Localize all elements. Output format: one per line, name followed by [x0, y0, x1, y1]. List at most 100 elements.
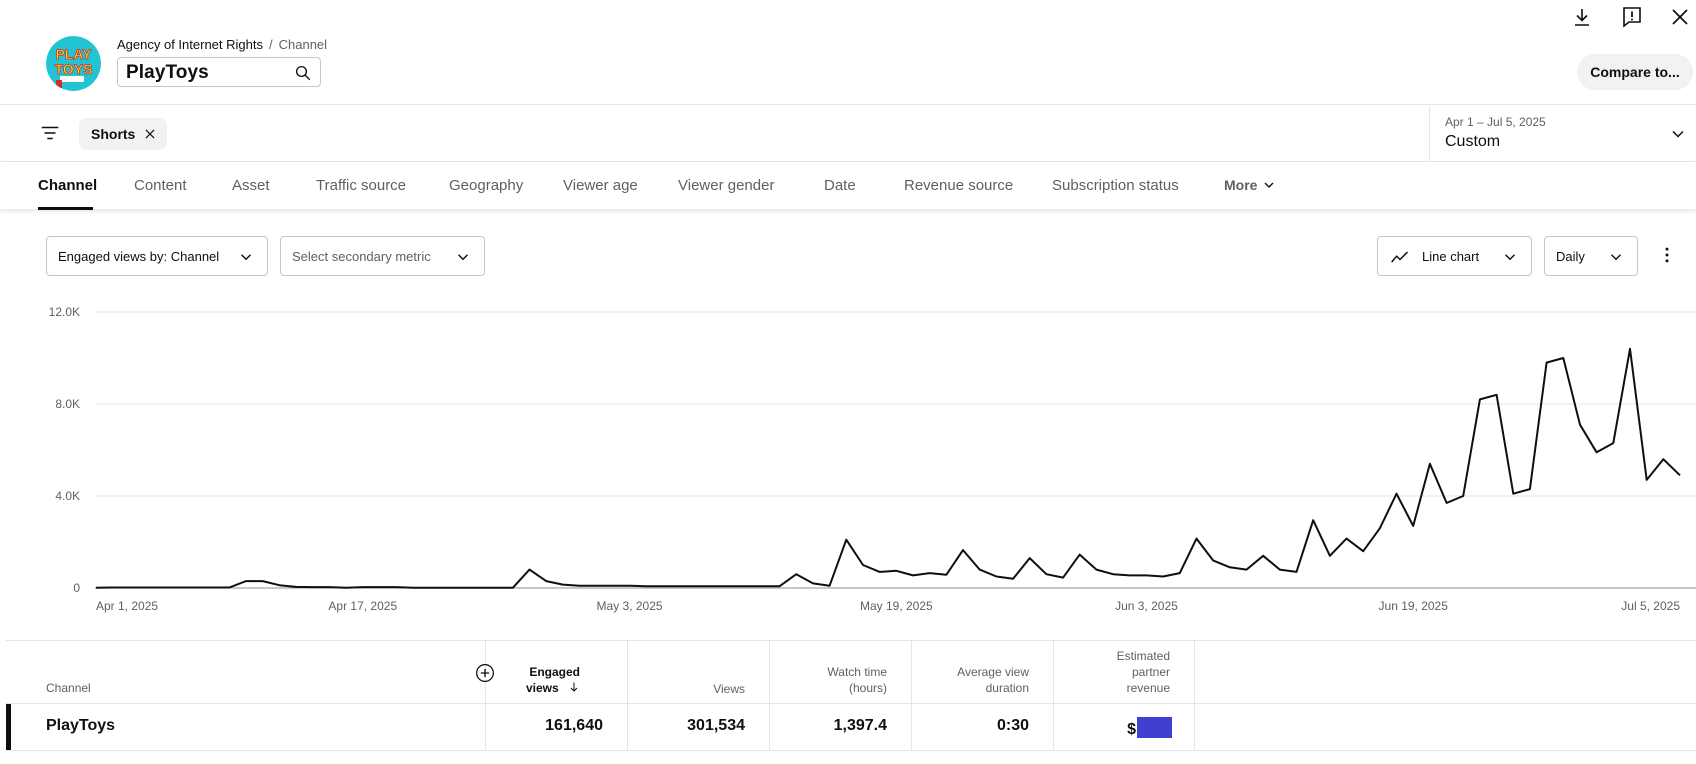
cell-engaged-views: 161,640 — [545, 717, 603, 734]
channel-search-box[interactable]: PlayToys — [117, 57, 321, 87]
series-line-engaged-views[interactable] — [95, 347, 1681, 589]
y-tick-label: 0 — [73, 581, 80, 595]
tab-viewer-age[interactable]: Viewer age — [563, 177, 638, 194]
chevron-down-icon — [1505, 254, 1515, 261]
header-line: partner — [1131, 665, 1170, 679]
breadcrumb-owner[interactable]: Agency of Internet Rights — [117, 37, 263, 52]
row-color-marker — [6, 704, 11, 750]
column-header-channel[interactable]: Channel — [46, 681, 91, 695]
primary-metric-dropdown[interactable]: Engaged views by: Channel — [46, 236, 268, 276]
column-header-estimated-revenue[interactable]: Estimated partner revenue — [1117, 648, 1170, 696]
table-bottom-divider — [6, 750, 1696, 751]
svg-text:TOYS: TOYS — [55, 61, 93, 77]
tab-more-label: More — [1224, 177, 1258, 193]
tab-traffic-source[interactable]: Traffic source — [316, 177, 406, 194]
line-chart-icon — [1391, 251, 1409, 263]
tab-subscription-status[interactable]: Subscription status — [1052, 177, 1179, 194]
remove-filter-icon[interactable] — [143, 127, 157, 141]
filter-chip-shorts[interactable]: Shorts — [79, 118, 168, 150]
x-tick-label: Jul 5, 2025 — [1621, 599, 1680, 613]
tab-date[interactable]: Date — [824, 177, 856, 194]
channel-name: PlayToys — [126, 62, 209, 83]
tab-viewer-gender[interactable]: Viewer gender — [678, 177, 774, 194]
svg-text:PLAY: PLAY — [55, 46, 92, 62]
filter-chip-label: Shorts — [91, 126, 136, 142]
chevron-down-icon — [458, 254, 468, 261]
granularity-dropdown[interactable]: Daily — [1544, 236, 1638, 276]
header-line: Watch time — [827, 665, 887, 679]
filter-icon[interactable] — [39, 122, 61, 144]
column-header-avg-view-duration[interactable]: Average view duration — [957, 664, 1029, 696]
chevron-down-icon — [1611, 254, 1621, 261]
channel-header: PLAY TOYS Agency of Internet Rights / Chan… — [0, 0, 1696, 105]
filter-bar: Shorts Apr 1 – Jul 5, 2025 Custom — [0, 106, 1696, 162]
active-tab-indicator — [38, 207, 93, 210]
redacted-value — [1137, 717, 1172, 738]
cell-estimated-revenue: $ — [1127, 717, 1172, 739]
x-tick-label: Apr 1, 2025 — [96, 599, 158, 613]
chevron-down-icon — [1672, 130, 1684, 138]
chevron-down-icon — [1264, 182, 1274, 188]
add-column-icon[interactable] — [475, 663, 495, 683]
tab-revenue-source[interactable]: Revenue source — [904, 177, 1013, 194]
header-line: duration — [985, 681, 1029, 695]
header-line: views — [525, 681, 559, 695]
compare-button[interactable]: Compare to... — [1577, 54, 1693, 90]
tab-content[interactable]: Content — [134, 177, 187, 194]
y-tick-label: 4.0K — [55, 489, 80, 503]
date-range-preset: Custom — [1445, 133, 1501, 150]
column-header-views[interactable]: Views — [713, 681, 745, 697]
x-tick-label: Apr 17, 2025 — [328, 599, 397, 613]
tab-more[interactable]: More — [1224, 177, 1277, 193]
y-tick-label: 12.0K — [49, 305, 80, 319]
feedback-icon[interactable] — [1620, 5, 1644, 29]
tab-asset[interactable]: Asset — [232, 177, 270, 194]
dimension-tabs: Channel Content Asset Traffic source Geo… — [0, 162, 1696, 210]
column-header-engaged-views[interactable]: Engaged views — [526, 664, 580, 696]
cell-avg-view-duration: 0:30 — [996, 717, 1029, 734]
x-tick-label: Jun 19, 2025 — [1379, 599, 1449, 613]
primary-metric-label: Engaged views by: Channel — [58, 249, 220, 264]
date-range-value: Apr 1 – Jul 5, 2025 — [1445, 115, 1546, 129]
table-top-divider — [6, 640, 1696, 641]
date-range-picker[interactable]: Apr 1 – Jul 5, 2025 Custom — [1429, 106, 1696, 162]
column-divider — [485, 640, 486, 751]
download-icon[interactable] — [1570, 5, 1594, 29]
granularity-label: Daily — [1556, 249, 1585, 264]
column-divider — [911, 640, 912, 751]
cell-watch-time: 1,397.4 — [833, 717, 887, 734]
column-header-watch-time[interactable]: Watch time (hours) — [827, 664, 887, 696]
column-divider — [1053, 640, 1054, 751]
engaged-views-line-chart: 0 4.0K 8.0K 12.0K Apr 1, 2025 Apr 17, 2025 May… — [49, 305, 1696, 613]
currency-symbol: $ — [1127, 721, 1136, 738]
cell-views: 301,534 — [687, 717, 745, 734]
header-line: Estimated — [1116, 649, 1170, 663]
header-line: Engaged — [529, 665, 580, 679]
tab-geography[interactable]: Geography — [449, 177, 523, 194]
chevron-down-icon — [241, 254, 251, 261]
breadcrumb-level: Channel — [278, 37, 328, 52]
column-divider — [769, 640, 770, 751]
breadcrumb: Agency of Internet Rights / Channel — [117, 37, 328, 52]
x-tick-label: May 3, 2025 — [597, 599, 663, 613]
chart-type-dropdown[interactable]: Line chart — [1377, 236, 1532, 276]
table-header-divider — [6, 703, 1696, 704]
tab-channel[interactable]: Channel — [38, 177, 97, 194]
row-channel-name[interactable]: PlayToys — [46, 717, 115, 735]
secondary-metric-dropdown[interactable]: Select secondary metric — [280, 236, 485, 276]
header-line: (hours) — [848, 681, 887, 695]
column-divider — [627, 640, 628, 751]
sort-descending-icon[interactable] — [568, 681, 580, 693]
more-options-icon[interactable] — [1657, 245, 1677, 265]
search-icon[interactable] — [294, 64, 312, 82]
channel-avatar[interactable]: PLAY TOYS — [46, 36, 101, 91]
header-line: revenue — [1126, 681, 1170, 695]
close-icon[interactable] — [1668, 5, 1692, 29]
y-tick-label: 8.0K — [55, 397, 80, 411]
x-tick-label: May 19, 2025 — [860, 599, 933, 613]
column-divider — [1194, 640, 1195, 751]
header-line: Average view — [957, 665, 1029, 679]
x-tick-label: Jun 3, 2025 — [1115, 599, 1178, 613]
secondary-metric-label: Select secondary metric — [292, 249, 431, 264]
chart-type-label: Line chart — [1422, 249, 1480, 264]
